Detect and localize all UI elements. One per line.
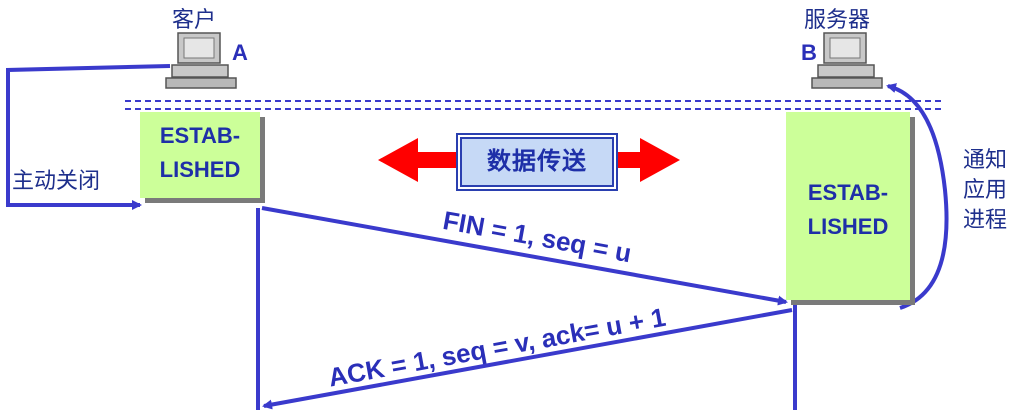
notify-app-line-1: 通知 xyxy=(963,147,1008,172)
active-close-label: 主动关闭 xyxy=(12,168,101,193)
client-letter-label: A xyxy=(232,40,248,65)
notify-app-line-3: 进程 xyxy=(963,207,1008,232)
server-state-line-1: ESTAB- xyxy=(807,180,889,205)
client-state-box: ESTAB- LISHED xyxy=(140,112,260,198)
server-name-label: 服务器 xyxy=(804,7,871,32)
notify-app-label: 通知 应用 进程 xyxy=(963,145,1007,235)
tcp-close-diagram: 客户 A 服务器 B 主动关闭 通知 应用 进程 ESTAB- LISHED E… xyxy=(0,0,1031,412)
client-computer-icon xyxy=(165,32,237,89)
server-state-box: ESTAB- LISHED xyxy=(786,112,910,300)
data-transfer-label: 数据传送 xyxy=(458,135,616,189)
ack-arrow xyxy=(262,308,793,410)
notify-app-line-2: 应用 xyxy=(963,177,1008,202)
server-computer-icon xyxy=(811,32,883,89)
server-state-line-2: LISHED xyxy=(807,214,889,239)
client-state-line-2: LISHED xyxy=(159,157,241,182)
client-name-label: 客户 xyxy=(172,7,217,32)
client-state-line-1: ESTAB- xyxy=(159,123,241,148)
server-letter-label: B xyxy=(801,40,817,65)
